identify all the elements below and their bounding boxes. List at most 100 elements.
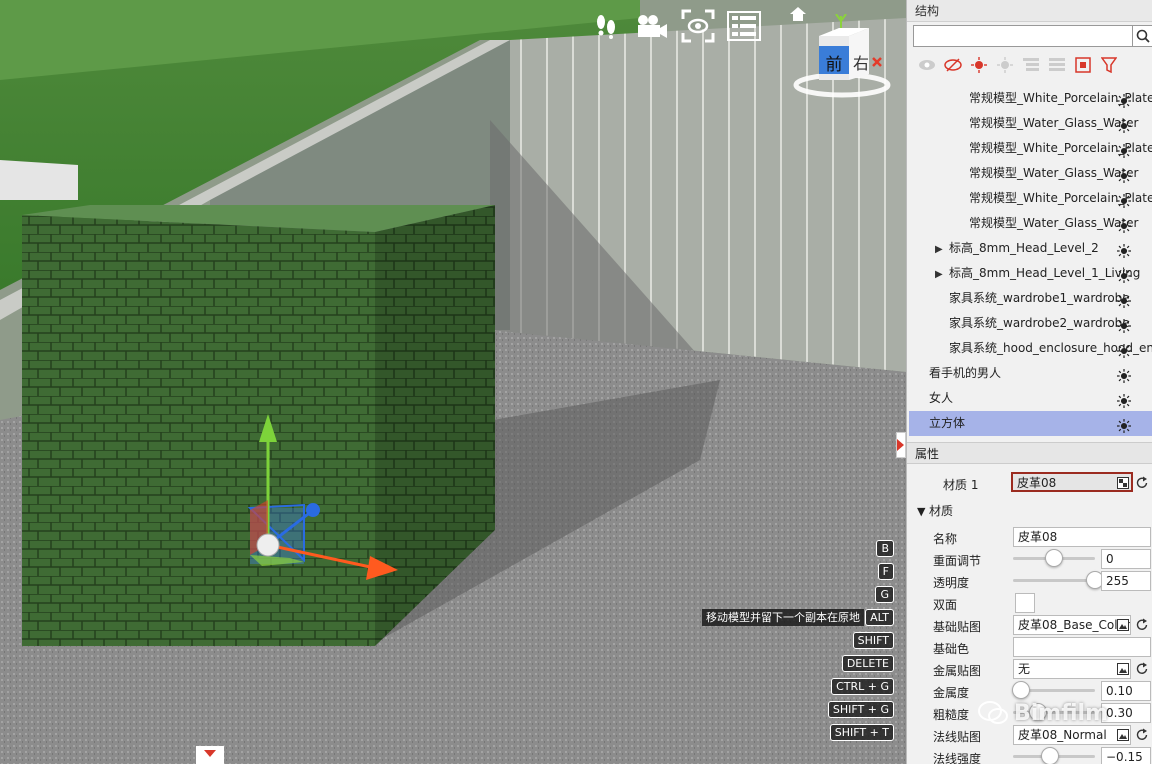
reset-icon[interactable] (1135, 662, 1149, 676)
tree-item[interactable]: 常规模型_Water_Glass_Water (909, 211, 1152, 236)
visibility-sun-icon[interactable] (1117, 292, 1131, 308)
mirror-value-input[interactable]: 0 (1101, 549, 1151, 569)
panel-collapse-handle[interactable] (896, 432, 906, 458)
reset-icon[interactable] (1135, 476, 1149, 490)
shortcut-f: F (877, 563, 894, 580)
tree-item-label: 常规模型_Water_Glass_Water (969, 216, 1139, 230)
3d-viewport[interactable]: 前 右 移动模型并留下一个副本在原地 B F G ALT SHIFT DELET… (0, 0, 906, 764)
visibility-sun-icon[interactable] (1117, 167, 1131, 183)
prop-normal-map-row: 法线贴图 皮革08_Normal (907, 724, 1152, 746)
visibility-sun-icon[interactable] (1117, 417, 1131, 433)
visibility-sun-icon[interactable] (1117, 342, 1131, 358)
tree-item-label: 立方体 (929, 416, 966, 430)
search-input[interactable] (913, 25, 1134, 47)
tree-item-label: 家具系统_wardrobe1_wardrobe (949, 291, 1130, 305)
roughness-value-input[interactable]: 0.30 (1101, 703, 1151, 723)
tree-item[interactable]: ▶ 标高_8mm_Head_Level_1_Living (909, 261, 1152, 286)
tree-item[interactable]: 女人 (909, 386, 1152, 411)
show-all-eye-icon[interactable] (917, 55, 937, 75)
normal-strength-value-input[interactable]: −0.15 (1101, 747, 1151, 764)
shortcut-alt: ALT (865, 609, 894, 626)
visibility-sun-icon[interactable] (1117, 217, 1131, 233)
material-name-input[interactable]: 皮革08 (1013, 527, 1151, 547)
material-picker-icon[interactable] (1117, 477, 1129, 489)
collapse-all-icon[interactable] (1047, 55, 1067, 75)
visibility-sun-icon[interactable] (1117, 242, 1131, 258)
tree-item[interactable]: 看手机的男人 (909, 361, 1152, 386)
tree-item[interactable]: 常规模型_Water_Glass_Water (909, 111, 1152, 136)
image-picker-icon[interactable] (1117, 729, 1129, 741)
visibility-sun-icon[interactable] (1117, 392, 1131, 408)
viewcube-front-face[interactable]: 前 (821, 50, 847, 75)
search-icon[interactable] (1133, 25, 1152, 47)
focus-view-icon[interactable] (680, 8, 716, 44)
tree-item[interactable]: 家具系统_wardrobe2_wardrobe (909, 311, 1152, 336)
walk-footprints-icon[interactable] (588, 8, 624, 44)
prop-base-color-row: 基础色 (907, 636, 1152, 658)
expand-arrow-icon[interactable]: ▶ (935, 237, 949, 261)
bottom-panel-handle[interactable] (196, 744, 224, 764)
tree-item-label: 标高_8mm_Head_Level_1_Living (949, 266, 1141, 280)
camera-icon[interactable] (634, 8, 670, 44)
tree-item[interactable]: 常规模型_Water_Glass_Water (909, 161, 1152, 186)
double-side-checkbox[interactable] (1015, 593, 1035, 613)
tree-item[interactable]: ▶ 标高_8mm_Head_Level_2 (909, 236, 1152, 261)
base-map-field[interactable]: 皮革08_Base_Color (1013, 615, 1131, 635)
select-box-icon[interactable] (1073, 55, 1093, 75)
hide-eye-icon[interactable] (943, 55, 963, 75)
image-picker-icon[interactable] (1117, 619, 1129, 631)
reset-icon[interactable] (1135, 728, 1149, 742)
metalness-slider[interactable] (1012, 681, 1031, 699)
shortcut-b: B (876, 540, 894, 557)
viewcube[interactable]: 前 右 (785, 14, 895, 100)
scene-render[interactable] (0, 0, 906, 764)
visibility-sun-icon[interactable] (1117, 367, 1131, 383)
structure-tree: 常规模型_White_Porcelain_Plate 常规模型_Water_Gla… (909, 86, 1152, 436)
prop-base-map-row: 基础贴图 皮革08_Base_Color (907, 614, 1152, 636)
image-picker-icon[interactable] (1117, 663, 1129, 675)
structure-header: 结构 (907, 0, 1152, 22)
material-slot-value: 皮革08 (1017, 476, 1057, 490)
tree-item[interactable]: 家具系统_wardrobe1_wardrobe (909, 286, 1152, 311)
material-slot-row: 材质 1 皮革08 (907, 472, 1152, 494)
visibility-sun-icon[interactable] (1117, 317, 1131, 333)
filter-icon[interactable] (1099, 55, 1119, 75)
tree-item-label: 看手机的男人 (929, 366, 1002, 380)
shortcut-shift: SHIFT (852, 632, 894, 649)
tree-item[interactable]: 家具系统_hood_enclosure_hood_enclosure (909, 336, 1152, 361)
prop-mirror-row: 重面调节 0 (907, 548, 1152, 570)
material-slot-label: 材质 1 (943, 478, 979, 492)
visibility-sun-icon[interactable] (1117, 92, 1131, 108)
tree-item[interactable]: 常规模型_White_Porcelain_Plate (909, 86, 1152, 111)
visibility-sun-icon[interactable] (1117, 267, 1131, 283)
expand-all-icon[interactable] (1021, 55, 1041, 75)
normal-strength-slider[interactable] (1040, 747, 1059, 764)
prop-metalness-row: 金属度 0.10 (907, 680, 1152, 702)
tree-item[interactable]: 立方体 (909, 411, 1152, 436)
visibility-sun-icon[interactable] (1117, 142, 1131, 158)
opacity-value-input[interactable]: 255 (1101, 571, 1151, 591)
shortcut-shift-t: SHIFT + T (829, 724, 894, 741)
cube-front-face[interactable] (22, 215, 375, 646)
expand-arrow-icon[interactable]: ▶ (935, 262, 949, 286)
viewcube-right-face[interactable]: 右 (853, 50, 869, 74)
visibility-sun-icon[interactable] (1117, 117, 1131, 133)
mirror-slider[interactable] (1045, 549, 1063, 567)
tree-toolbar (917, 55, 1119, 75)
metal-map-field[interactable]: 无 (1013, 659, 1131, 679)
metalness-value-input[interactable]: 0.10 (1101, 681, 1151, 701)
list-panel-icon[interactable] (726, 8, 762, 44)
properties-header: 属性 (907, 442, 1152, 464)
visibility-sun-icon[interactable] (1117, 192, 1131, 208)
light-off-icon[interactable] (995, 55, 1015, 75)
material-slot-field[interactable]: 皮革08 (1011, 472, 1133, 492)
light-on-icon[interactable] (969, 55, 989, 75)
reset-icon[interactable] (1135, 618, 1149, 632)
prop-normal-strength-row: 法线强度 −0.15 (907, 746, 1152, 764)
shortcut-ctrl-g: CTRL + G (831, 678, 894, 695)
tree-item[interactable]: 常规模型_White_Porcelain_Plate (909, 186, 1152, 211)
base-color-swatch[interactable] (1013, 637, 1151, 657)
normal-map-field[interactable]: 皮革08_Normal (1013, 725, 1131, 745)
material-section-header[interactable]: ▼ 材质 (917, 502, 953, 520)
tree-item[interactable]: 常规模型_White_Porcelain_Plate (909, 136, 1152, 161)
